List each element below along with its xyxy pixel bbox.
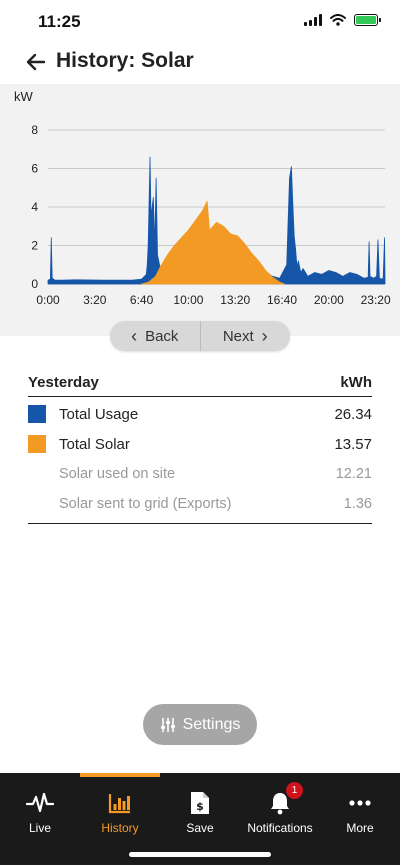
summary-row-solar-exports: Solar sent to grid (Exports) 1.36	[28, 489, 372, 519]
page-title: History: Solar	[56, 49, 194, 72]
row-value: 12.21	[335, 466, 372, 482]
tab-history[interactable]: History	[80, 773, 160, 843]
x-tick-label: 10:00	[173, 293, 203, 307]
row-label: Solar used on site	[59, 466, 176, 482]
tab-live[interactable]: Live	[0, 773, 80, 843]
solar-history-chart: kW 0 2 4 6 8 0:00 3:20 6:40 10:00 13:20 16:40 20:00 2…	[14, 89, 391, 307]
x-tick-label: 23:20	[361, 293, 391, 307]
period-label: Yesterday	[28, 374, 99, 391]
summary-footer-rule	[28, 523, 372, 524]
summary-table: Yesterday kWh Total Usage 26.34 Total So…	[28, 374, 372, 524]
next-button-label: Next	[222, 327, 254, 345]
summary-header: Yesterday kWh	[28, 374, 372, 397]
chart-panel: kW 0 2 4 6 8 0:00 3:20 6:40 10:00 13:20 16:40 20:00 2…	[0, 84, 400, 336]
date-navigation: ‹ Back Next ›	[110, 321, 290, 351]
row-value: 13.57	[334, 435, 372, 453]
y-tick-label: 2	[31, 239, 38, 253]
solar-series-area	[141, 200, 285, 285]
tab-save[interactable]: $ Save	[160, 773, 240, 843]
tab-label: Save	[186, 821, 214, 835]
back-button-label: Back	[145, 327, 179, 345]
x-tick-label: 6:40	[130, 293, 154, 307]
cellular-signal-icon	[304, 13, 322, 26]
sliders-icon	[160, 717, 175, 732]
status-bar: 11:25	[0, 0, 400, 44]
total-usage-swatch	[28, 405, 46, 423]
tab-more[interactable]: More	[320, 773, 400, 843]
y-axis-label: kW	[14, 89, 34, 104]
tab-label: More	[346, 821, 374, 835]
unit-label: kWh	[340, 374, 372, 391]
dollar-document-icon: $	[191, 792, 209, 814]
tab-label: History	[101, 821, 139, 835]
x-tick-label: 0:00	[36, 293, 60, 307]
wifi-icon	[330, 13, 346, 26]
settings-button[interactable]: Settings	[143, 704, 257, 745]
row-value: 26.34	[334, 405, 372, 423]
x-tick-label: 20:00	[314, 293, 344, 307]
battery-charging-icon	[354, 13, 381, 26]
chevron-right-icon: ›	[261, 326, 268, 346]
row-label: Solar sent to grid (Exports)	[59, 496, 232, 512]
bar-chart-icon	[108, 794, 130, 814]
row-label: Total Solar	[59, 435, 130, 453]
x-tick-label: 16:40	[267, 293, 297, 307]
tab-label: Notifications	[247, 821, 313, 835]
settings-label: Settings	[182, 715, 241, 733]
chevron-left-icon: ‹	[131, 326, 138, 346]
bottom-tab-bar: Live History $ Save 1 Notifications More	[0, 773, 400, 865]
home-indicator	[129, 852, 271, 857]
pulse-icon	[26, 792, 54, 813]
more-dots-icon	[349, 800, 371, 806]
y-tick-label: 8	[31, 123, 38, 137]
total-solar-swatch	[28, 435, 46, 453]
summary-row-solar-used: Solar used on site 12.21	[28, 459, 372, 489]
y-tick-label: 0	[31, 277, 38, 291]
y-tick-label: 6	[31, 162, 38, 176]
y-tick-label: 4	[31, 200, 38, 214]
x-tick-label: 13:20	[220, 293, 250, 307]
svg-text:$: $	[196, 800, 204, 813]
tab-label: Live	[28, 821, 51, 835]
summary-row-total-solar: Total Solar 13.57	[28, 429, 372, 459]
tab-notifications[interactable]: 1 Notifications	[240, 773, 320, 843]
summary-row-total-usage: Total Usage 26.34	[28, 399, 372, 429]
notification-badge: 1	[286, 782, 303, 799]
status-icons	[304, 13, 381, 26]
row-value: 1.36	[343, 496, 372, 512]
header: History: Solar	[0, 44, 400, 84]
back-arrow-icon[interactable]	[24, 50, 48, 74]
status-time: 11:25	[38, 12, 81, 31]
next-button[interactable]: Next ›	[201, 321, 291, 351]
row-label: Total Usage	[59, 405, 139, 423]
x-tick-label: 3:20	[83, 293, 107, 307]
back-button[interactable]: ‹ Back	[110, 321, 200, 351]
